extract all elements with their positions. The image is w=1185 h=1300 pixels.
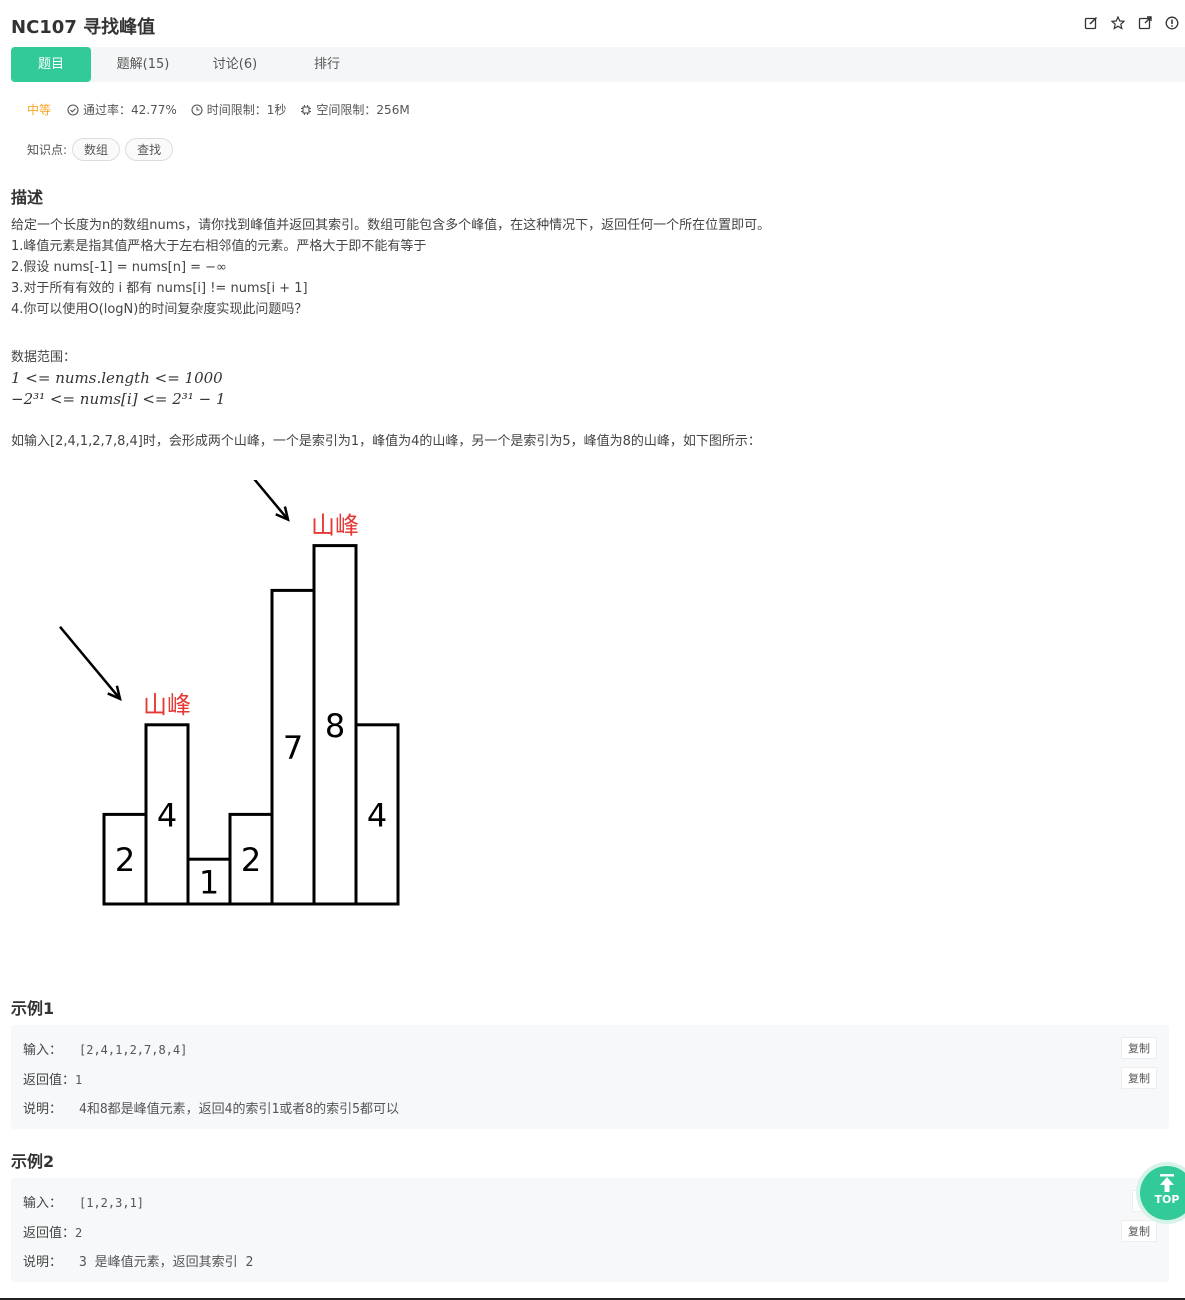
edit-icon[interactable] [1084,15,1098,30]
time-limit: 时间限制：1秒 [191,101,287,118]
chip-icon [301,104,312,115]
top-label: TOP [1154,1193,1180,1206]
description-body: 给定一个长度为n的数组nums，请你找到峰值并返回其索引。数组可能包含多个峰值，… [11,215,1171,452]
clock-icon [191,103,203,116]
check-circle-icon [67,103,79,116]
example1-heading: 示例1 [11,999,55,1018]
peak-label: 山峰 [311,512,359,540]
arrow-up-icon [1160,1174,1174,1192]
example-explanation: 如输入[2,4,1,2,7,8,4]时，会形成两个山峰，一个是索引为1，峰值为4… [11,434,761,449]
example2-box: 输入： [1,2,3,1] 返回值：2 说明： 3 是峰值元素，返回其索引 2 复 … [11,1178,1169,1282]
output-value: 2 [75,1226,83,1240]
example1-explain-row: 说明： 4和8都是峰值元素，返回4的索引1或者8的索引5都可以 [23,1098,399,1117]
example1-input-row: 输入： [2,4,1,2,7,8,4] [23,1039,187,1058]
range-line-1: 1 <= nums.length <= 1000 [11,369,223,387]
tab-solutions[interactable]: 题解(15) [107,47,179,82]
desc-line: 1.峰值元素是指其值严格大于左右相邻值的元素。严格大于即不能有等于 [11,239,427,254]
bar-value-label: 4 [157,796,177,834]
tab-problem[interactable]: 题目 [11,47,91,82]
peak-arrow [59,625,121,700]
knowledge-label: 知识点: [27,143,68,157]
bar-value-label: 2 [115,841,135,879]
peak-arrow [253,480,289,521]
explain-label: 说明： [23,1102,63,1117]
pass-rate: 通过率：42.77% [67,101,177,118]
peak-diagram: 2412784山峰山峰 [59,480,400,906]
input-label: 输入： [23,1196,63,1211]
explain-label: 说明： [23,1255,63,1270]
problem-meta: 中等 通过率：42.77% 时间限制：1秒 空间限制：256M [27,101,424,118]
desc-line: 给定一个长度为n的数组nums，请你找到峰值并返回其索引。数组可能包含多个峰值，… [11,218,771,233]
range-label: 数据范围： [11,350,77,365]
back-to-top-button[interactable]: TOP [1140,1166,1185,1220]
description-heading: 描述 [11,188,44,207]
bar-value-label: 4 [367,796,387,834]
input-value: [2,4,1,2,7,8,4] [79,1043,188,1057]
desc-line: 4.你可以使用O(logN)的时间复杂度实现此问题吗？ [11,302,308,317]
pass-rate-text: 通过率：42.77% [83,103,177,117]
example2-heading: 示例2 [11,1152,55,1171]
tab-bar: 题目 题解(15) 讨论(6) 排行 [11,47,1185,82]
space-limit-text: 空间限制：256M [316,103,410,117]
example2-output-row: 返回值：2 [23,1222,82,1241]
tab-discussion[interactable]: 讨论(6) [203,47,267,82]
range-line-2: −2³¹ <= nums[i] <= 2³¹ − 1 [11,390,226,408]
knowledge-points: 知识点: 数组 查找 [27,138,174,161]
bar-value-label: 2 [241,841,261,879]
explain-value: 3 是峰值元素，返回其索引 2 [79,1255,254,1270]
space-limit: 空间限制：256M [300,101,410,118]
example2-input-row: 输入： [1,2,3,1] [23,1192,144,1211]
bar-value-label: 7 [283,729,303,767]
input-value: [1,2,3,1] [79,1196,145,1210]
report-icon[interactable] [1165,15,1179,30]
tab-ranking[interactable]: 排行 [297,47,357,82]
input-label: 输入： [23,1043,63,1058]
desc-line: 3.对于所有有效的 i 都有 nums[i] != nums[i + 1] [11,281,308,296]
copy-output-button[interactable]: 复制 [1121,1220,1157,1242]
output-label: 返回值： [23,1226,76,1241]
example1-box: 输入： [2,4,1,2,7,8,4] 返回值：1 说明： 4和8都是峰值元素，返回… [11,1025,1169,1129]
peak-label: 山峰 [143,691,191,719]
tag-search[interactable]: 查找 [125,138,174,161]
bar-value-label: 1 [199,864,219,902]
tag-array[interactable]: 数组 [72,138,121,161]
problem-header: NC107 寻找峰值 [0,0,1185,46]
copy-output-button[interactable]: 复制 [1121,1067,1157,1089]
desc-line: 2.假设 nums[-1] = nums[n] = −∞ [11,260,227,275]
share-icon[interactable] [1138,15,1152,30]
star-icon[interactable] [1110,15,1126,30]
header-actions [1084,15,1179,30]
output-value: 1 [75,1073,83,1087]
output-label: 返回值： [23,1073,76,1088]
example2-explain-row: 说明： 3 是峰值元素，返回其索引 2 [23,1251,253,1270]
explain-value: 4和8都是峰值元素，返回4的索引1或者8的索引5都可以 [79,1102,399,1117]
difficulty-badge: 中等 [27,103,52,117]
page-title: NC107 寻找峰值 [11,17,156,38]
copy-input-button[interactable]: 复制 [1121,1037,1157,1059]
bar-value-label: 8 [325,707,345,745]
example1-output-row: 返回值：1 [23,1069,82,1088]
time-limit-text: 时间限制：1秒 [206,103,287,117]
